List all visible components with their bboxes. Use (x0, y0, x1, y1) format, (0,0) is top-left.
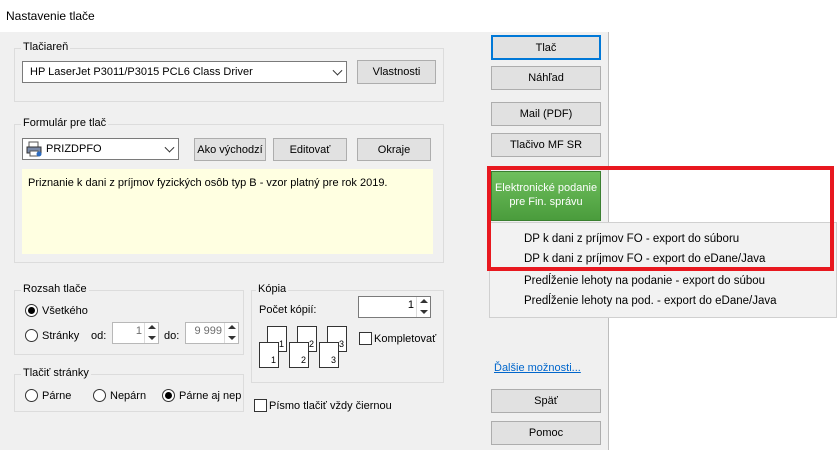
title-bar: Nastavenie tlače (0, 0, 609, 32)
set-default-button[interactable]: Ako východzí (194, 138, 266, 161)
printer-select-value: HP LaserJet P3011/P3015 PCL6 Class Drive… (30, 66, 253, 78)
collate-label: Kompletovať (374, 333, 437, 345)
page-range-radio[interactable] (25, 329, 38, 342)
both-pages-label: Párne aj nep (179, 390, 242, 402)
highlight-frame (487, 166, 834, 271)
properties-button[interactable]: Vlastnosti (357, 60, 436, 84)
stepper-arrows[interactable] (224, 323, 238, 343)
print-button[interactable]: Tlač (491, 35, 601, 60)
printer-form-icon (26, 141, 42, 157)
to-page-stepper[interactable]: 9 999 (185, 322, 239, 344)
all-pages-label: Všetkého (42, 305, 88, 317)
back-button[interactable]: Späť (491, 389, 601, 413)
copies-count-stepper[interactable]: 1 (358, 296, 431, 318)
odd-pages-radio[interactable] (93, 389, 106, 402)
printer-group-label: Tlačiareň (21, 41, 71, 53)
edit-button[interactable]: Editovať (273, 138, 347, 161)
page-icon: 2 (289, 342, 309, 368)
copies-group-label: Kópia (256, 283, 289, 295)
to-page-value: 9 999 (194, 325, 222, 337)
both-pages-radio[interactable] (162, 389, 175, 402)
mf-form-button[interactable]: Tlačivo MF SR (491, 133, 601, 157)
odd-pages-label: Nepárn (110, 390, 147, 402)
black-font-label: Písmo tlačiť vždy čiernou (269, 400, 392, 412)
menu-item-extension-export-edane[interactable]: Predĺženie lehoty na pod. - export do eD… (524, 295, 777, 307)
from-page-value: 1 (135, 325, 142, 337)
mail-pdf-button[interactable]: Mail (PDF) (491, 102, 601, 126)
menu-item-extension-export-file[interactable]: Predĺženie lehoty na podanie - export do… (524, 275, 765, 287)
stepper-arrows[interactable] (144, 323, 158, 343)
page-icon: 3 (319, 342, 339, 368)
margins-button[interactable]: Okraje (357, 138, 431, 161)
from-page-stepper[interactable]: 1 (112, 322, 159, 344)
preview-button[interactable]: Náhľad (491, 66, 601, 90)
copies-count-value: 1 (407, 299, 414, 311)
from-label: od: (91, 330, 107, 342)
range-group-label: Rozsah tlače (21, 283, 89, 295)
help-button[interactable]: Pomoc (491, 421, 601, 445)
copies-count-label: Počet kópií: (259, 304, 317, 316)
form-select-value: PRIZDPFO (46, 143, 102, 155)
print-pages-group-label: Tlačiť stránky (21, 367, 91, 379)
chevron-down-icon (332, 65, 343, 76)
page-range-label: Stránky (42, 330, 80, 342)
form-description: Priznanie k dani z príjmov fyzických osô… (28, 177, 388, 189)
page-icon: 1 (259, 342, 279, 368)
black-font-checkbox[interactable] (254, 399, 267, 412)
chevron-down-icon (164, 142, 175, 153)
window-title: Nastavenie tlače (6, 9, 95, 23)
even-pages-radio[interactable] (25, 389, 38, 402)
to-label: do: (164, 330, 180, 342)
stepper-arrows[interactable] (416, 297, 430, 317)
even-pages-label: Párne (42, 390, 72, 402)
all-pages-radio[interactable] (25, 304, 38, 317)
form-group-label: Formulár pre tlač (21, 117, 109, 129)
more-options-link[interactable]: Ďalšie možnosti... (494, 362, 581, 374)
form-select[interactable]: PRIZDPFO (22, 138, 179, 160)
printer-select[interactable]: HP LaserJet P3011/P3015 PCL6 Class Drive… (22, 61, 347, 83)
collate-checkbox[interactable] (359, 332, 372, 345)
